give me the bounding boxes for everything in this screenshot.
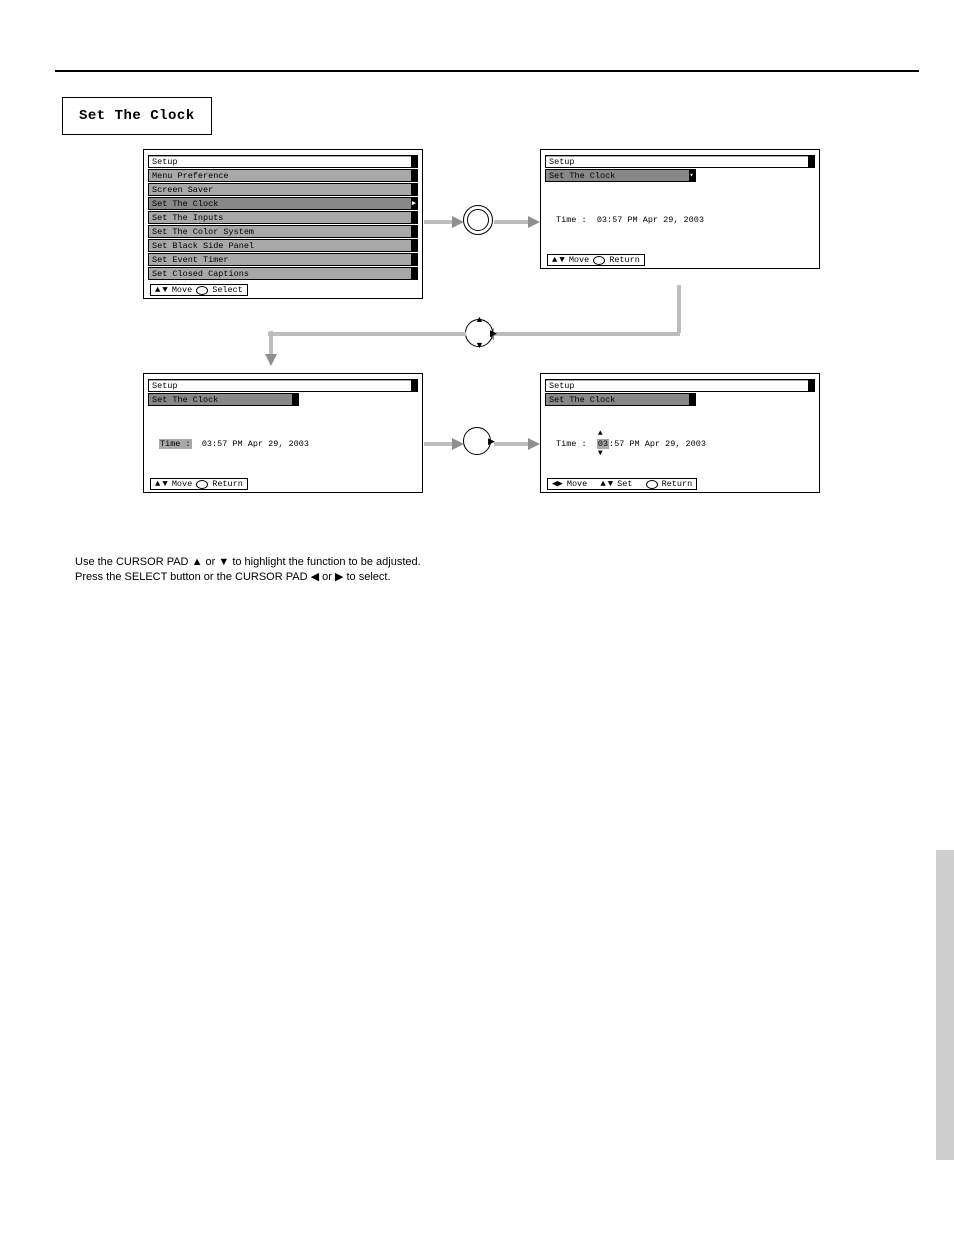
up-arrow-icon: ▲: [475, 315, 484, 324]
down-arrow-icon: ▼: [475, 341, 484, 350]
osd-panel-clock-view: Setup Set The Clock▾ Time : 03:57 PM Apr…: [540, 149, 820, 269]
flow-arrow-right: [424, 219, 464, 225]
down-arrow-icon: ▼: [598, 449, 603, 458]
time-hour-selected: 03: [597, 439, 609, 449]
menu-item: Set Event Timer: [148, 253, 418, 266]
cursor-pad-icon: [463, 427, 491, 455]
osd-title-row: Setup: [148, 155, 418, 168]
menu-item: Menu Preference: [148, 169, 418, 182]
flow-arrow-left-shaft: [268, 331, 466, 337]
time-rest: :57 PM Apr 29, 2003: [609, 439, 706, 449]
hint-select: Select: [212, 285, 243, 295]
menu-item: Screen Saver: [148, 183, 418, 196]
osd-body: Time : 03:57 PM Apr 29, 2003: [144, 410, 422, 478]
top-rule: [55, 70, 919, 72]
time-label: Time :: [556, 439, 587, 449]
osd-hint: ▲▼ Move Return: [547, 254, 645, 266]
menu-item: Set The Color System: [148, 225, 418, 238]
return-icon: [593, 256, 605, 265]
flow-arrow-right: [424, 441, 464, 447]
flow-arrow-right: [494, 219, 540, 225]
menu-item: Set Black Side Panel: [148, 239, 418, 252]
select-dial-icon: [463, 205, 493, 235]
hint-return: Return: [212, 479, 243, 489]
section-title: Set The Clock: [62, 97, 212, 135]
hint-move: Move: [569, 255, 589, 265]
osd-body: Time : 03:57 PM Apr 29, 2003: [541, 186, 819, 254]
hint-move: Move: [172, 285, 192, 295]
osd-panel-setup-menu: Setup Menu Preference Screen Saver Set T…: [143, 149, 423, 299]
osd-body: Time : ▲ 03:57 PM Apr 29, 2003 ▼: [541, 410, 819, 478]
osd-title-text: Setup: [149, 157, 411, 167]
osd-subtitle: Set The Clock: [148, 393, 299, 406]
osd-title-row: Setup: [148, 379, 418, 392]
return-icon: [646, 480, 658, 489]
osd-subtitle: Set The Clock: [545, 393, 696, 406]
return-icon: [196, 480, 208, 489]
menu-item: Set Closed Captions: [148, 267, 418, 280]
osd-title-row: Setup: [545, 379, 815, 392]
hint-return: Return: [609, 255, 640, 265]
osd-hint: ◀▶ Move ▲▼ Set Return: [547, 478, 697, 490]
time-value: 03:57 PM Apr 29, 2003: [202, 439, 309, 449]
flow-arrow-right: [494, 441, 540, 447]
flow-arrow-down: [676, 285, 682, 333]
flow-arrow-down: [268, 331, 274, 366]
flow-diagram: Setup Menu Preference Screen Saver Set T…: [0, 145, 954, 635]
right-arrow-icon: ▶: [490, 329, 497, 338]
select-icon: [196, 286, 208, 295]
hint-set: Set: [617, 479, 632, 489]
hint-move: Move: [172, 479, 192, 489]
page-edge-tab: [936, 850, 954, 1160]
up-arrow-icon: ▲: [598, 429, 603, 438]
osd-title-row: Setup: [545, 155, 815, 168]
osd-panel-clock-edit: Setup Set The Clock Time : ▲ 03:57 PM Ap…: [540, 373, 820, 493]
time-label-highlighted: Time :: [159, 439, 192, 449]
menu-item: Set The Inputs: [148, 211, 418, 224]
time-value: 03:57 PM Apr 29, 2003: [597, 215, 704, 225]
hint-return: Return: [662, 479, 693, 489]
osd-subtitle: Set The Clock▾: [545, 169, 696, 182]
osd-panel-clock-highlight: Setup Set The Clock Time : 03:57 PM Apr …: [143, 373, 423, 493]
time-label: Time :: [556, 215, 587, 225]
osd-hint: ▲▼ Move Return: [150, 478, 248, 490]
menu-item-selected: Set The Clock▶: [148, 197, 418, 210]
osd-hint: ▲▼ Move Select: [150, 284, 248, 296]
hint-move: Move: [567, 479, 587, 489]
flow-arrow-left: [494, 331, 680, 337]
